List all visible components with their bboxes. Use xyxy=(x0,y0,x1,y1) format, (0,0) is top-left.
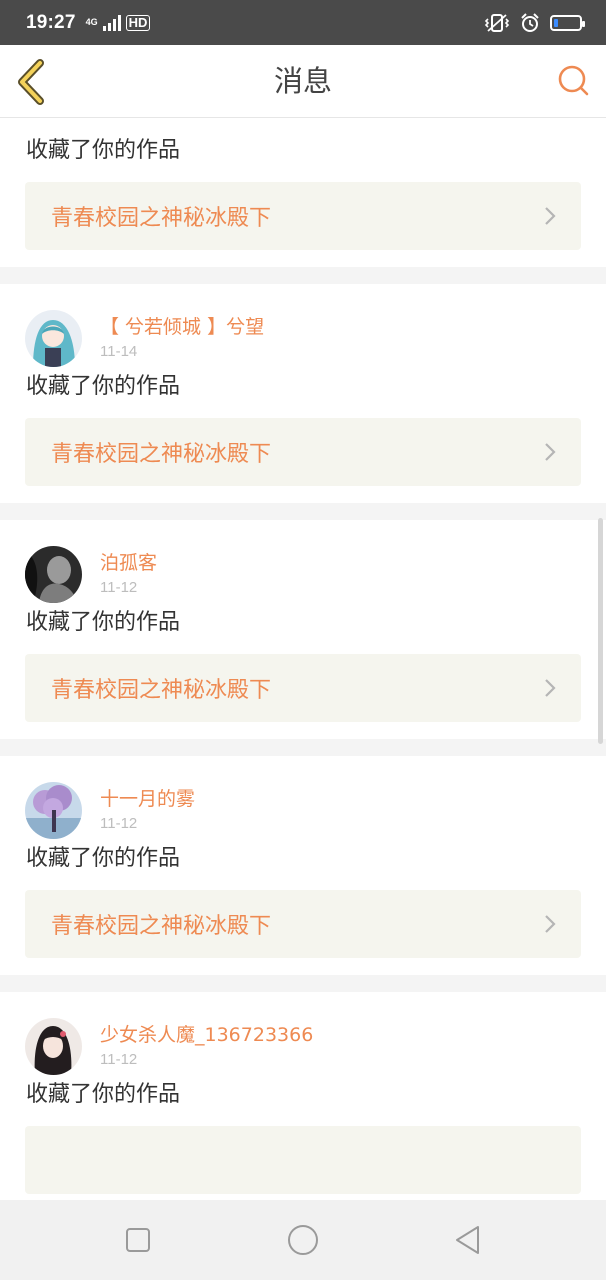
message-card: 泊孤客 11-12 收藏了你的作品 青春校园之神秘冰殿下 xyxy=(0,520,606,739)
status-right-icons xyxy=(484,12,585,33)
username[interactable]: 十一月的雾 xyxy=(100,786,195,812)
work-title: 青春校园之神秘冰殿下 xyxy=(51,914,272,939)
username[interactable]: 泊孤客 xyxy=(100,550,157,576)
work-title: 青春校园之神秘冰殿下 xyxy=(51,206,272,231)
girl-portrait-avatar[interactable] xyxy=(25,1017,82,1075)
vibrate-icon xyxy=(484,13,510,32)
status-bar: 19:27 4G HD xyxy=(0,0,606,45)
battery-fill xyxy=(554,18,558,27)
message-date: 11-12 xyxy=(100,578,138,596)
action-text: 收藏了你的作品 xyxy=(26,1082,181,1107)
user-info: 泊孤客 11-12 xyxy=(100,550,157,599)
work-title: 青春校园之神秘冰殿下 xyxy=(51,678,272,703)
username[interactable]: 【 兮若倾城 】兮望 xyxy=(100,314,264,340)
action-text: 收藏了你的作品 xyxy=(26,610,181,635)
message-card: 少女杀人魔_136723366 11-12 收藏了你的作品 xyxy=(0,992,606,1200)
signal-icon xyxy=(102,14,121,31)
message-card: 【 兮若倾城 】兮望 11-14 收藏了你的作品 青春校园之神秘冰殿下 xyxy=(0,284,606,503)
action-text: 收藏了你的作品 xyxy=(26,846,181,871)
chevron-right-icon xyxy=(545,915,556,933)
user-info: 十一月的雾 11-12 xyxy=(100,786,195,835)
user-row: 泊孤客 11-12 xyxy=(25,545,581,603)
triangle-back-icon[interactable] xyxy=(450,1222,486,1258)
scrollbar-thumb[interactable] xyxy=(598,518,603,744)
hd-label: HD xyxy=(125,14,151,31)
chevron-right-icon xyxy=(545,679,556,697)
nav-bar: 消息 xyxy=(0,45,606,118)
chevron-right-icon xyxy=(545,443,556,461)
monochrome-portrait-avatar[interactable] xyxy=(25,545,82,603)
work-title: 青春校园之神秘冰殿下 xyxy=(51,442,272,467)
chevron-right-icon xyxy=(545,207,556,225)
search-icon[interactable] xyxy=(556,63,592,99)
square-icon[interactable] xyxy=(120,1222,156,1258)
user-row: 十一月的雾 11-12 xyxy=(25,781,581,839)
purple-tree-avatar[interactable] xyxy=(25,781,82,839)
message-date: 11-12 xyxy=(100,1050,138,1068)
alarm-icon xyxy=(521,12,539,32)
page-title: 消息 xyxy=(273,64,332,98)
battery-icon xyxy=(550,14,585,31)
user-info: 【 兮若倾城 】兮望 11-14 xyxy=(100,314,264,363)
user-row: 【 兮若倾城 】兮望 11-14 xyxy=(25,309,581,367)
message-date: 11-12 xyxy=(100,814,138,832)
circle-icon[interactable] xyxy=(285,1222,321,1258)
action-text: 收藏了你的作品 xyxy=(26,374,181,399)
work-link[interactable]: 青春校园之神秘冰殿下 xyxy=(25,418,581,486)
work-link[interactable] xyxy=(25,1126,581,1194)
anime-girl-avatar[interactable] xyxy=(25,309,82,367)
message-card: 收藏了你的作品 青春校园之神秘冰殿下 xyxy=(0,118,606,267)
username[interactable]: 少女杀人魔_136723366 xyxy=(100,1022,313,1048)
message-list[interactable]: 收藏了你的作品 青春校园之神秘冰殿下 【 兮若倾城 】兮望 11-14 收藏了你… xyxy=(0,118,606,1200)
network-type-label: 4G xyxy=(85,17,98,27)
message-date: 11-14 xyxy=(100,342,138,360)
status-left-icons: 4G HD xyxy=(85,14,151,31)
work-link[interactable]: 青春校园之神秘冰殿下 xyxy=(25,182,581,250)
user-info: 少女杀人魔_136723366 11-12 xyxy=(100,1022,313,1071)
system-nav-bar xyxy=(0,1200,606,1280)
action-text: 收藏了你的作品 xyxy=(26,138,181,163)
status-time: 19:27 xyxy=(26,11,76,33)
work-link[interactable]: 青春校园之神秘冰殿下 xyxy=(25,890,581,958)
work-link[interactable]: 青春校园之神秘冰殿下 xyxy=(25,654,581,722)
user-row: 少女杀人魔_136723366 11-12 xyxy=(25,1017,581,1075)
message-card: 十一月的雾 11-12 收藏了你的作品 青春校园之神秘冰殿下 xyxy=(0,756,606,975)
